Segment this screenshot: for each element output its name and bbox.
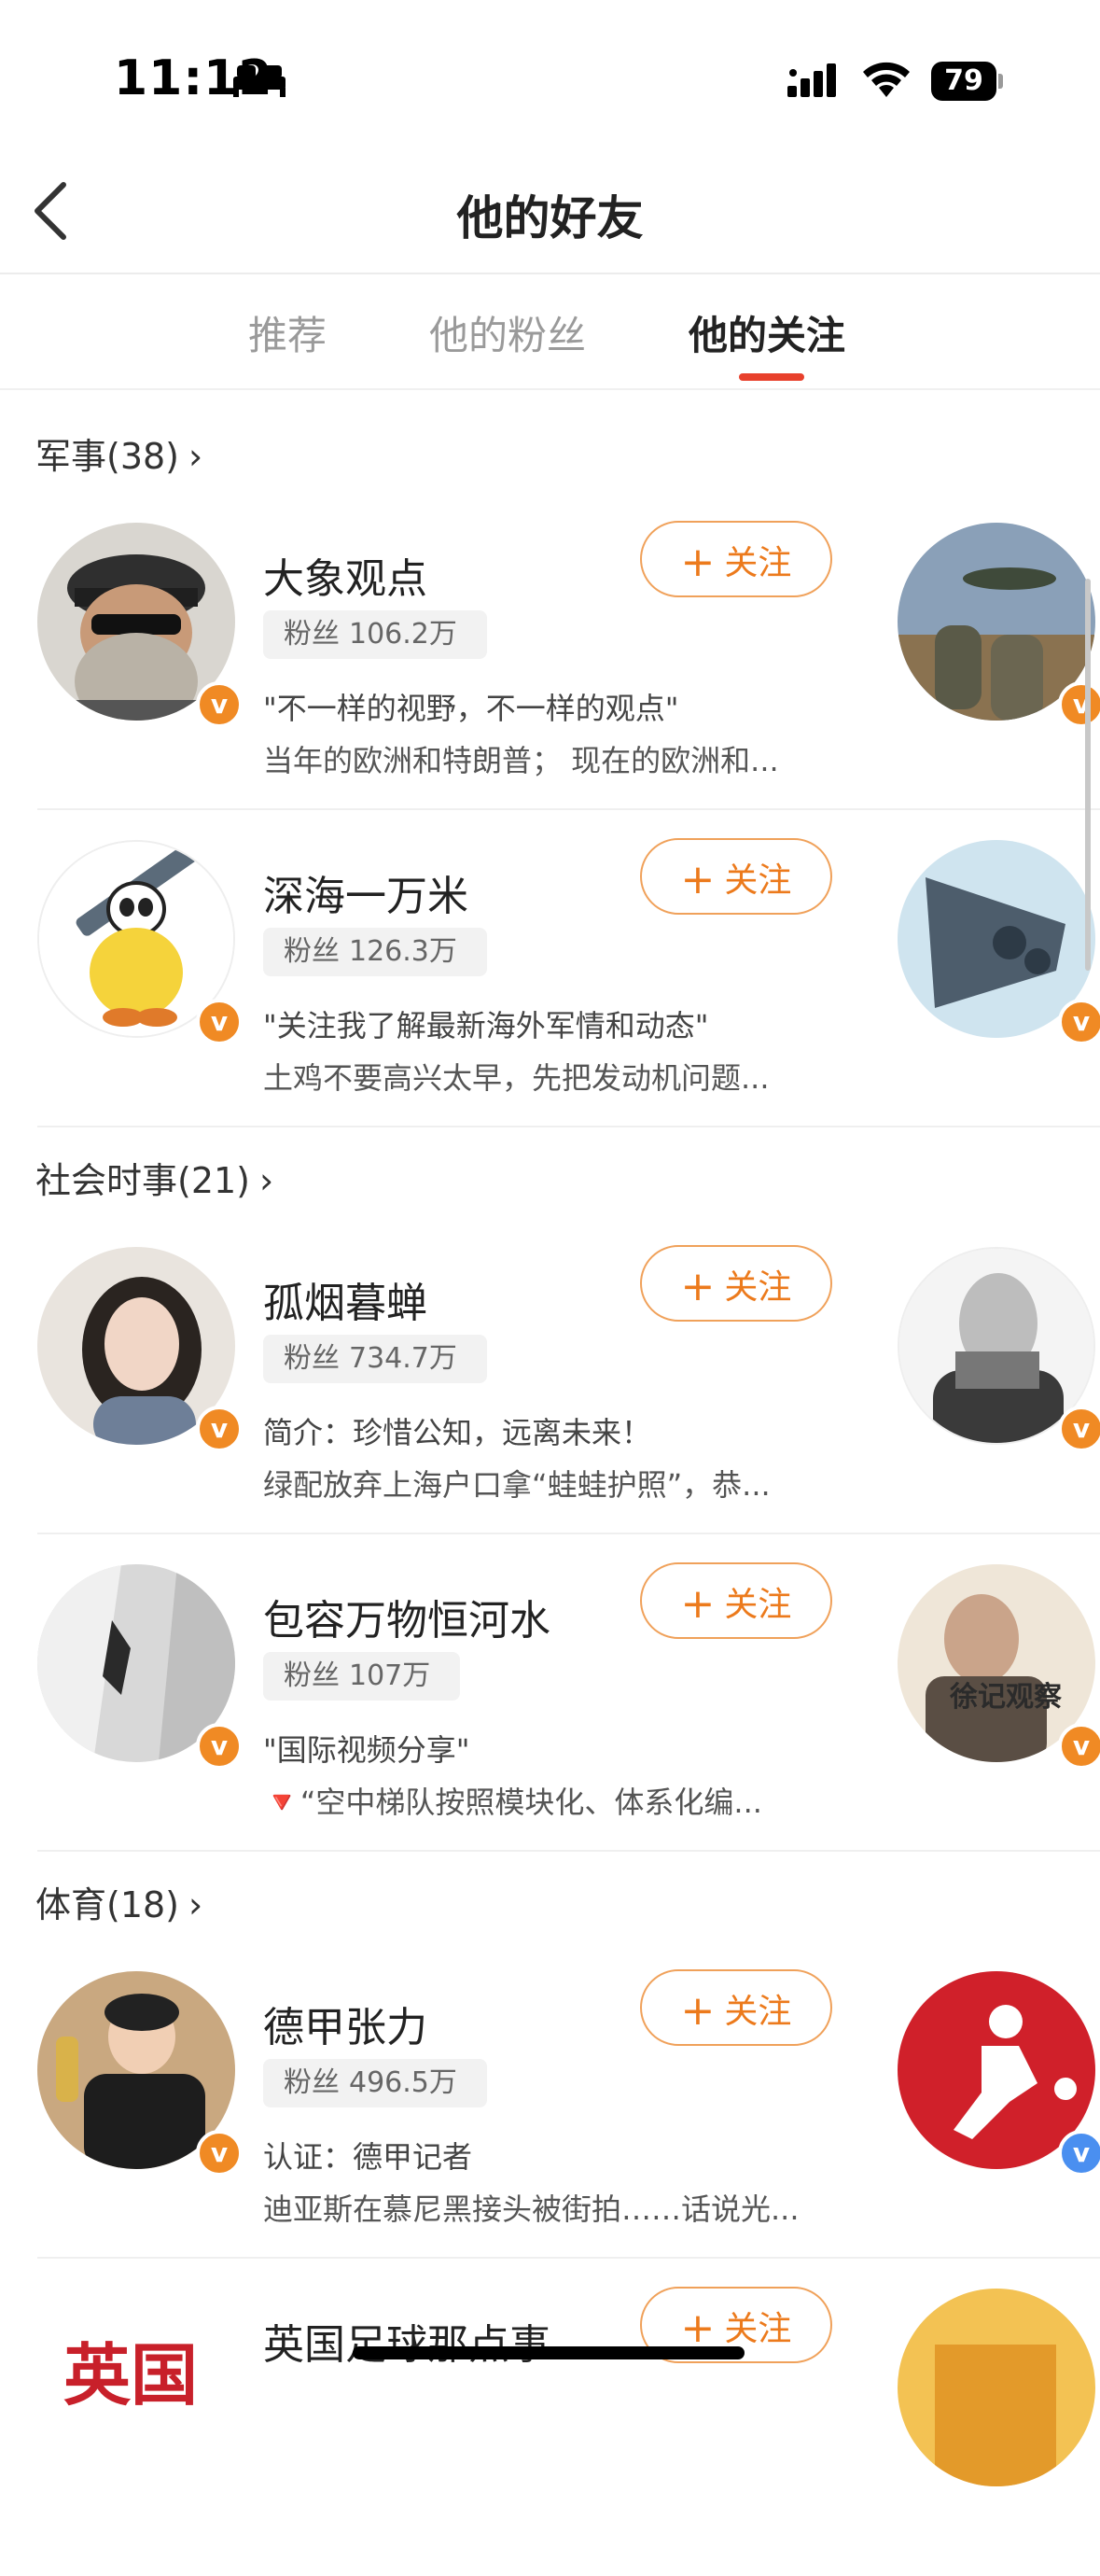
wifi-icon — [863, 62, 910, 97]
verified-badge-icon: v — [1058, 2130, 1100, 2177]
fans-label: 粉丝 — [284, 618, 340, 651]
user-name[interactable]: 深海一万米 — [263, 862, 468, 922]
section-header-current-affairs[interactable]: 社会时事(21) › — [35, 1152, 273, 1203]
latest-post[interactable]: 土鸡不要高兴太早，先把发动机问题... — [263, 1055, 842, 1098]
signal-icon — [787, 63, 836, 97]
user-name[interactable]: 英国足球那点事 — [263, 2311, 550, 2371]
plus-icon: + — [680, 539, 716, 586]
fans-count: 734.7万 — [349, 1342, 457, 1375]
battery-level: 79 — [931, 62, 996, 101]
follow-button[interactable]: + 关注 — [640, 1969, 832, 2046]
tab-active-indicator — [739, 373, 804, 381]
user-card[interactable]: 英国 英国足球那点事 + 关注 — [0, 2259, 1100, 2576]
latest-post[interactable]: 🔻“空中梯队按照模块化、体系化编... — [263, 1779, 842, 1822]
user-card[interactable]: v 包容万物恒河水 粉丝 107万 "国际视频分享" 🔻“空中梯队按照模块化、体系… — [0, 1534, 1100, 1852]
latest-post[interactable]: 当年的欧洲和特朗普； 现在的欧洲和... — [263, 737, 842, 780]
plus-icon: + — [680, 856, 716, 903]
chevron-right-icon: › — [259, 1160, 274, 1201]
divider — [37, 1850, 1100, 1852]
follow-label: 关注 — [724, 861, 792, 900]
user-description: 简介：珍惜公知，远离未来！ — [263, 1415, 652, 1450]
scrollbar[interactable] — [1085, 579, 1091, 971]
plus-icon: + — [680, 2304, 716, 2352]
status-bar: 11:12 79 — [0, 0, 1100, 149]
follow-label: 关注 — [724, 544, 792, 582]
follow-button[interactable]: + 关注 — [640, 1245, 832, 1322]
user-card[interactable]: v 大象观点 粉丝 106.2万 "不一样的视野，不一样的观点" 当年的欧洲和特朗… — [0, 493, 1100, 810]
divider — [37, 1126, 1100, 1127]
fans-count: 496.5万 — [349, 2066, 457, 2099]
tab-bar: 推荐 他的粉丝 他的关注 — [0, 273, 1100, 390]
latest-post[interactable]: 绿配放弃上海户口拿“蛙蛙护照”，恭... — [263, 1462, 842, 1505]
nav-bar: 他的好友 — [0, 149, 1100, 274]
follow-button[interactable]: + 关注 — [640, 1562, 832, 1639]
section-header-sports[interactable]: 体育(18) › — [35, 1876, 202, 1927]
user-name[interactable]: 德甲张力 — [263, 1994, 427, 2053]
user-description: "不一样的视野，不一样的观点" — [263, 691, 679, 726]
follow-label: 关注 — [724, 1586, 792, 1624]
fans-label: 粉丝 — [284, 1342, 340, 1375]
verified-badge-icon: v — [196, 2130, 243, 2177]
page-title: 他的好友 — [456, 191, 644, 245]
latest-post[interactable]: 迪亚斯在慕尼黑接头被街拍……话说光... — [263, 2186, 842, 2229]
plus-icon: + — [680, 1987, 716, 2035]
verified-badge-icon: v — [1058, 1406, 1100, 1452]
verified-badge-icon: v — [196, 999, 243, 1045]
fans-count: 126.3万 — [349, 935, 457, 968]
user-description: "国际视频分享" — [263, 1732, 470, 1768]
bed-icon — [233, 65, 285, 97]
verified-badge-icon: v — [196, 1723, 243, 1770]
fans-count: 106.2万 — [349, 618, 457, 651]
user-description: "关注我了解最新海外军情和动态" — [263, 1008, 709, 1043]
avatar-text: 英国 — [63, 2336, 198, 2415]
fans-label: 粉丝 — [284, 935, 340, 968]
battery-cap — [998, 74, 1003, 89]
fans-label: 粉丝 — [284, 2066, 340, 2099]
thumbnail-title: 徐记观察 — [949, 1681, 1063, 1714]
section-header-military[interactable]: 军事(38) › — [35, 427, 202, 479]
chevron-right-icon: › — [188, 1884, 203, 1925]
follow-label: 关注 — [724, 1993, 792, 2031]
verified-badge-icon: v — [196, 681, 243, 728]
user-name[interactable]: 包容万物恒河水 — [263, 1587, 550, 1646]
section-title: 军事(38) — [35, 436, 180, 477]
fans-count-badge: 粉丝 107万 — [263, 1652, 461, 1701]
user-card[interactable]: v 德甲张力 粉丝 496.5万 认证：德甲记者 迪亚斯在慕尼黑接头被街拍……话说… — [0, 1941, 1100, 2259]
fans-count-badge: 粉丝 126.3万 — [263, 928, 487, 976]
section-title: 体育(18) — [35, 1884, 180, 1925]
user-description: 认证：德甲记者 — [263, 2139, 473, 2175]
fans-count: 107万 — [349, 1659, 431, 1692]
user-card[interactable]: v 深海一万米 粉丝 126.3万 "关注我了解最新海外军情和动态" 土鸡不要高兴… — [0, 810, 1100, 1127]
fans-count-badge: 粉丝 496.5万 — [263, 2059, 487, 2107]
section-title: 社会时事(21) — [35, 1160, 251, 1201]
fans-label: 粉丝 — [284, 1659, 340, 1692]
fans-count-badge: 粉丝 734.7万 — [263, 1335, 487, 1383]
plus-icon: + — [680, 1580, 716, 1628]
user-name[interactable]: 大象观点 — [263, 545, 427, 605]
tab-his-following[interactable]: 他的关注 — [689, 304, 845, 361]
battery-indicator: 79 — [931, 62, 1003, 101]
follow-button[interactable]: + 关注 — [640, 838, 832, 915]
follow-label: 关注 — [724, 1268, 792, 1307]
verified-badge-icon: v — [1058, 681, 1100, 728]
tab-his-fans[interactable]: 他的粉丝 — [429, 304, 586, 361]
user-name[interactable]: 孤烟暮蝉 — [263, 1269, 427, 1329]
tab-recommended[interactable]: 推荐 — [248, 304, 327, 361]
verified-badge-icon: v — [1058, 999, 1100, 1045]
plus-icon: + — [680, 1263, 716, 1310]
fans-count-badge: 粉丝 106.2万 — [263, 610, 487, 659]
follow-button[interactable]: + 关注 — [640, 521, 832, 597]
chevron-right-icon: › — [188, 436, 203, 477]
avatar[interactable]: 英国 — [37, 2289, 235, 2486]
follow-label: 关注 — [724, 2310, 792, 2348]
verified-badge-icon: v — [196, 1406, 243, 1452]
next-avatar-thumbnail[interactable] — [898, 2289, 1095, 2486]
user-card[interactable]: v 孤烟暮蝉 粉丝 734.7万 简介：珍惜公知，远离未来！ 绿配放弃上海户口拿“… — [0, 1217, 1100, 1534]
verified-badge-icon: v — [1058, 1723, 1100, 1770]
home-indicator[interactable] — [353, 2346, 745, 2359]
